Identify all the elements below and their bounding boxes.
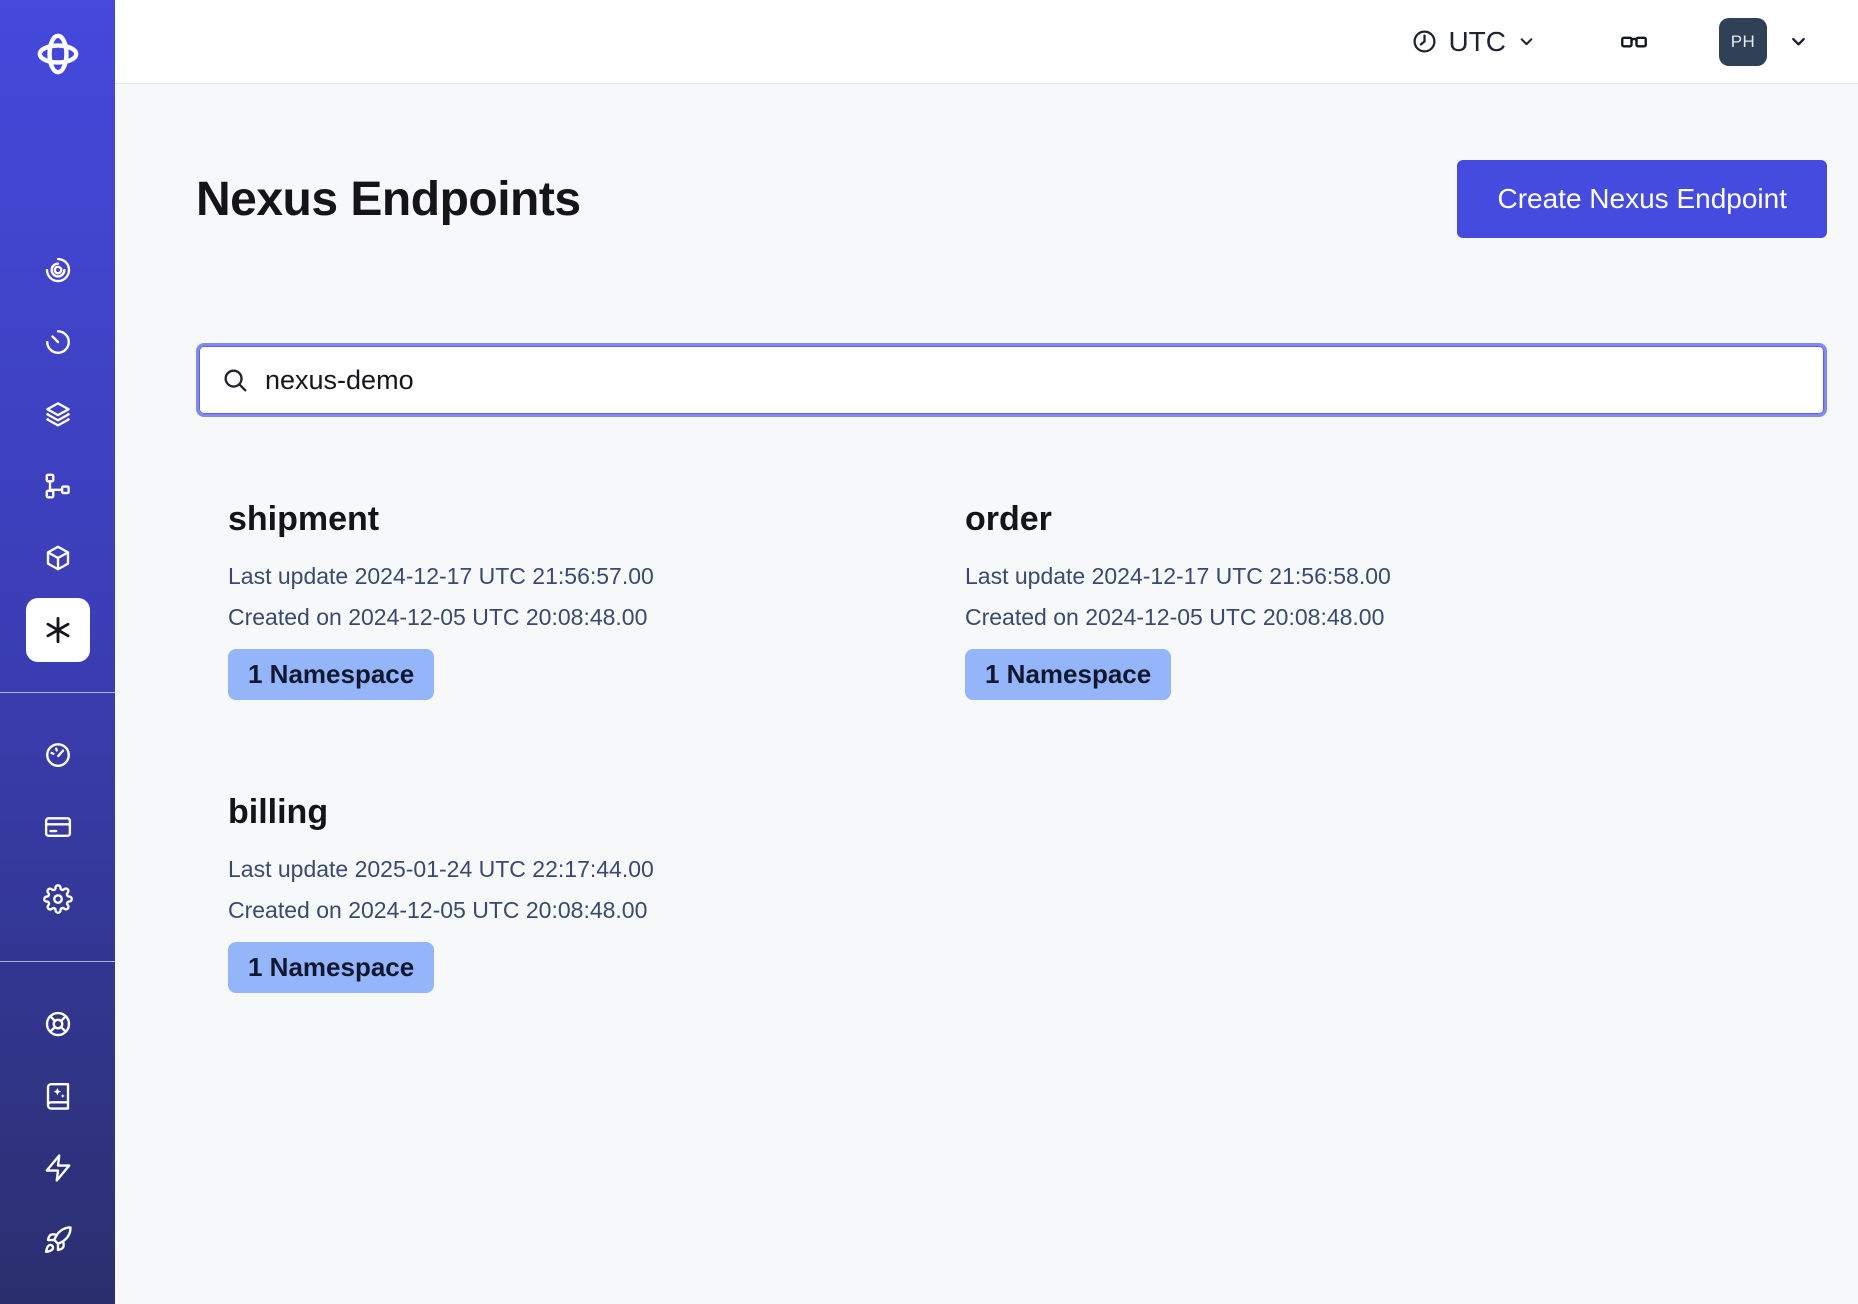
chevron-down-icon (1787, 30, 1810, 53)
account-menu[interactable]: PH (1719, 18, 1810, 66)
sidebar-item-namespaces[interactable] (0, 378, 115, 450)
nexus-icon (41, 613, 75, 647)
endpoint-card-order[interactable]: order Last update 2024-12-17 UTC 21:56:5… (933, 497, 1670, 700)
page-title: Nexus Endpoints (196, 172, 581, 227)
timezone-selector[interactable]: UTC (1411, 26, 1537, 58)
endpoint-search (196, 343, 1827, 417)
sidebar-item-docs[interactable] (0, 1060, 115, 1132)
sidebar-item-billing[interactable] (0, 791, 115, 863)
endpoint-grid: shipment Last update 2024-12-17 UTC 21:5… (196, 497, 1827, 993)
settings-icon (43, 884, 73, 914)
namespace-badge: 1 Namespace (228, 942, 434, 993)
endpoint-last-update: Last update 2025-01-24 UTC 22:17:44.00 (228, 849, 933, 890)
sidebar-item-deployments[interactable] (0, 450, 115, 522)
search-input[interactable] (265, 365, 1802, 396)
namespace-badge: 1 Namespace (965, 649, 1171, 700)
sidebar-item-usage[interactable] (0, 719, 115, 791)
endpoint-last-update: Last update 2024-12-17 UTC 21:56:58.00 (965, 556, 1670, 597)
home-link[interactable] (30, 26, 86, 82)
chevron-down-icon (1516, 31, 1537, 52)
sidebar-item-batch-operations[interactable] (0, 522, 115, 594)
nexus-active-tile (26, 598, 90, 662)
sidebar-item-nexus[interactable] (0, 594, 115, 666)
clock-icon (1411, 28, 1438, 55)
main-content: Nexus Endpoints Create Nexus Endpoint sh… (115, 0, 1858, 993)
docs-icon (43, 1081, 73, 1111)
search-icon (221, 366, 249, 394)
namespaces-icon (43, 399, 73, 429)
sidebar-item-getting-started[interactable] (0, 1204, 115, 1276)
endpoint-card-shipment[interactable]: shipment Last update 2024-12-17 UTC 21:5… (196, 497, 933, 700)
sidebar-divider (0, 961, 115, 962)
sidebar-group-main (0, 234, 115, 666)
batch-operations-icon (43, 543, 73, 573)
support-icon (43, 1009, 73, 1039)
labs-mode-toggle[interactable] (1615, 27, 1653, 57)
sidebar (0, 0, 115, 1304)
getting-started-icon (43, 1225, 73, 1255)
endpoint-name: order (965, 497, 1670, 541)
sidebar-group-help (0, 988, 115, 1276)
endpoint-last-update: Last update 2024-12-17 UTC 21:56:57.00 (228, 556, 933, 597)
sidebar-item-settings[interactable] (0, 863, 115, 935)
namespace-badge: 1 Namespace (228, 649, 434, 700)
endpoint-created: Created on 2024-12-05 UTC 20:08:48.00 (228, 890, 933, 931)
timezone-label: UTC (1448, 26, 1506, 58)
sidebar-divider (0, 692, 115, 693)
feedback-icon (43, 1153, 73, 1183)
usage-icon (43, 740, 73, 770)
glasses-icon (1615, 27, 1653, 57)
temporal-logo-icon (35, 31, 81, 77)
billing-icon (43, 812, 73, 842)
avatar: PH (1719, 18, 1767, 66)
top-header: UTC PH (115, 0, 1858, 84)
deployments-icon (43, 471, 73, 501)
sidebar-item-workflows[interactable] (0, 234, 115, 306)
endpoint-name: shipment (228, 497, 933, 541)
schedules-icon (43, 327, 73, 357)
workflows-icon (43, 255, 73, 285)
endpoint-card-billing[interactable]: billing Last update 2025-01-24 UTC 22:17… (196, 790, 933, 993)
endpoint-created: Created on 2024-12-05 UTC 20:08:48.00 (965, 597, 1670, 638)
endpoint-created: Created on 2024-12-05 UTC 20:08:48.00 (228, 597, 933, 638)
sidebar-item-feedback[interactable] (0, 1132, 115, 1204)
sidebar-item-schedules[interactable] (0, 306, 115, 378)
create-nexus-endpoint-button[interactable]: Create Nexus Endpoint (1457, 160, 1827, 238)
endpoint-name: billing (228, 790, 933, 834)
title-row: Nexus Endpoints Create Nexus Endpoint (196, 160, 1827, 238)
sidebar-group-account (0, 719, 115, 935)
sidebar-item-support[interactable] (0, 988, 115, 1060)
